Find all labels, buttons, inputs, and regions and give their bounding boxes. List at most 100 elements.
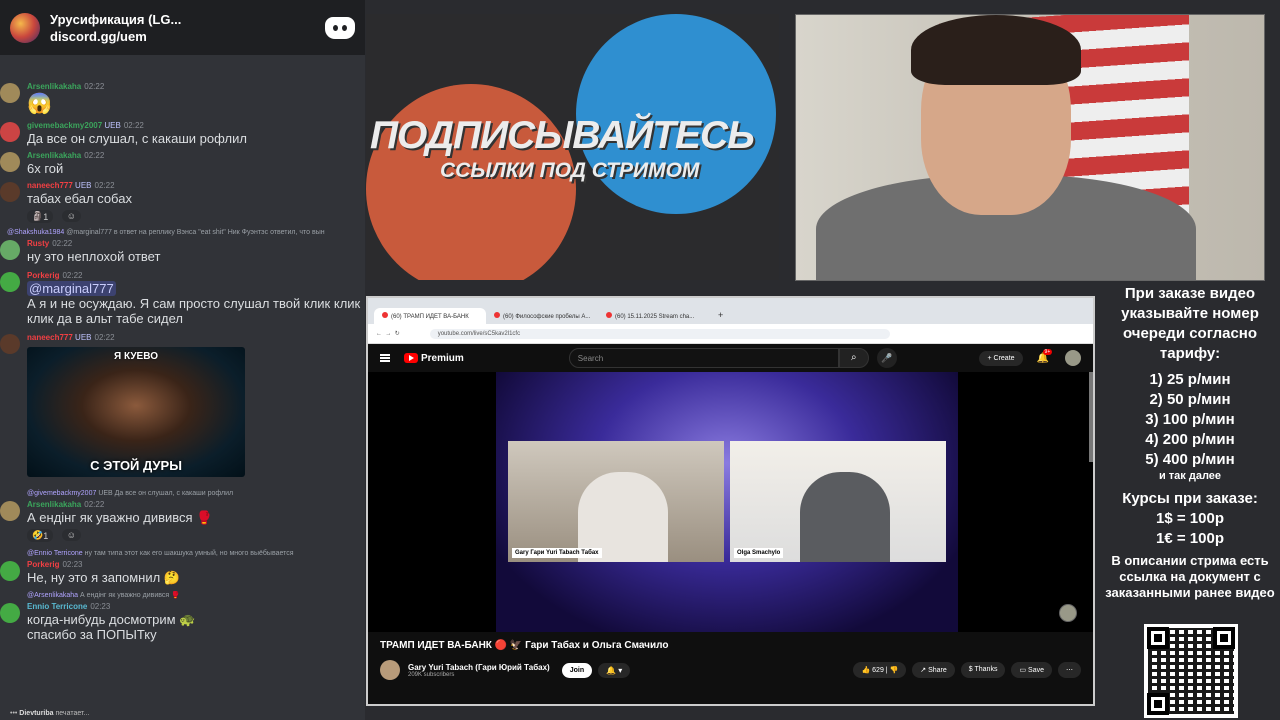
avatar[interactable] (0, 603, 20, 623)
notifications-icon[interactable]: 🔔 9+ (1037, 348, 1053, 364)
meme-bottom-text: С ЭТОЙ ДУРЫ (90, 458, 182, 473)
server-logo (10, 12, 40, 43)
thanks-button[interactable]: $ Thanks (960, 662, 1006, 678)
reaction-button[interactable]: 🗿 1 (27, 210, 54, 223)
meme-top-text: Я КУЕВО (114, 351, 158, 362)
avatar[interactable] (0, 83, 20, 103)
username[interactable]: naneech777 (27, 333, 73, 342)
tariff-item: 5) 400 р/мин (1145, 451, 1235, 468)
message-text: А ендінг як уважно дивився 🥊 (27, 510, 213, 525)
reply-preview[interactable]: @Arsenlikakaha А ендінг як уважно дививс… (0, 591, 365, 601)
youtube-favicon-icon (606, 312, 612, 318)
reply-text: UEB Да все он слушал, с какаши рофлил (98, 490, 234, 497)
username[interactable]: Arsenlikakaha (27, 500, 81, 509)
rate-eur: 1€ = 100р (1156, 530, 1224, 547)
reply-preview[interactable]: @Shakshuka1984 @marginal777 в ответ на р… (0, 228, 365, 238)
tab-active[interactable]: (60) ТРАМП ИДЕТ ВА-БАНК (374, 308, 486, 324)
tariff-item: 3) 100 р/мин (1145, 411, 1235, 428)
tab-label: (60) 15.11.2025 Stream cha... (615, 314, 695, 320)
role-tag: UEB (75, 333, 92, 342)
username[interactable]: Porkerig (27, 560, 59, 569)
youtube-logo[interactable]: Premium (404, 353, 464, 364)
new-tab-button[interactable]: + (710, 306, 731, 324)
timestamp: 02:23 (62, 560, 83, 569)
timestamp: 02:22 (84, 151, 105, 160)
like-button[interactable]: 👍 629 | 👎 (853, 662, 907, 678)
channel-avatar[interactable] (380, 660, 400, 680)
tab[interactable]: (60) Философские пробелы А... (486, 308, 598, 324)
action-buttons: 👍 629 | 👎 ↗ Share $ Thanks ▭ Save ⋯ (853, 662, 1081, 678)
avatar[interactable] (0, 561, 20, 581)
timestamp: 02:23 (90, 602, 111, 611)
search-input[interactable]: Search (568, 348, 839, 368)
username[interactable]: Arsenlikakaha (27, 151, 81, 160)
reply-username: @Shakshuka1984 (7, 229, 65, 236)
subscribe-bell-button[interactable]: 🔔 ▾ (598, 662, 631, 678)
video-player[interactable]: Gary Гари Yuri Tabach Табах Olga Smachyl… (368, 372, 1093, 632)
username[interactable]: Arsenlikakaha (27, 82, 81, 91)
subscriber-count: 209K subscribers (408, 671, 455, 678)
timestamp: 02:22 (94, 333, 115, 342)
thanks-label: Thanks (974, 666, 998, 673)
message: Porkerig 02:23 Не, ну это я запомнил 🤔 (0, 559, 365, 585)
avatar[interactable] (0, 122, 20, 142)
order-info-panel: При заказе видео указывайте номер очеред… (1100, 284, 1280, 601)
url-field[interactable]: youtube.com/live/sC5kav2l1cfc (429, 328, 890, 339)
server-info: Уруcификация (LG... discord.gg/uem (50, 11, 325, 45)
mic-icon[interactable]: 🎤 (876, 348, 897, 368)
meme-image[interactable]: Я КУЕВО С ЭТОЙ ДУРЫ (27, 347, 245, 477)
add-reaction-icon[interactable]: ☺ (61, 529, 81, 541)
tariff-etc: и так далее (1158, 470, 1222, 482)
qr-finder (1147, 693, 1169, 715)
channel-name[interactable]: Gary Yuri Tabach (Гари Юрий Табах) (408, 663, 550, 672)
like-count: 629 (872, 667, 884, 674)
share-label: Share (928, 667, 947, 674)
participant-name: Gary Гари Yuri Tabach Табах (512, 548, 602, 558)
avatar[interactable] (0, 272, 20, 292)
message: Rusty 02:22 ну это неплохой ответ (0, 238, 365, 264)
message-text: табах ебал собах (27, 191, 132, 206)
message: Arsenlikakaha 02:22 А ендінг як уважно ди… (0, 499, 365, 543)
server-invite[interactable]: discord.gg/uem (50, 28, 325, 45)
reaction-button[interactable]: 🤣 1 (27, 529, 54, 542)
streamer-hair (911, 15, 1081, 85)
role-tag: UEB (75, 181, 92, 190)
avatar[interactable] (0, 152, 20, 172)
more-icon[interactable]: ⋯ (1058, 662, 1081, 678)
save-button[interactable]: ▭ Save (1011, 662, 1052, 678)
avatar[interactable] (0, 240, 20, 260)
browser-capture: (60) ТРАМП ИДЕТ ВА-БАНК (60) Философские… (366, 296, 1095, 706)
timestamp: 02:22 (123, 121, 144, 130)
user-mention[interactable]: @marginal777 (27, 281, 116, 296)
back-icon[interactable]: ← (376, 331, 382, 337)
youtube-header: Premium Search ⌕ 🎤 + Create 🔔 9+ (368, 344, 1093, 372)
order-heading: При заказе видео указывайте номер очеред… (1121, 285, 1259, 362)
search-icon[interactable]: ⌕ (838, 348, 869, 368)
forward-icon[interactable]: → (385, 331, 391, 337)
avatar[interactable] (0, 501, 20, 521)
avatar[interactable] (0, 182, 20, 202)
share-button[interactable]: ↗ Share (912, 662, 955, 678)
add-reaction-icon[interactable]: ☺ (61, 210, 81, 222)
tab[interactable]: (60) 15.11.2025 Stream cha... (598, 308, 710, 324)
join-button[interactable]: Join (561, 662, 593, 678)
create-button[interactable]: + Create (979, 350, 1023, 366)
reload-icon[interactable]: ↻ (395, 330, 400, 337)
reply-username: @givemebackmy2007 (27, 490, 97, 497)
reply-text: @marginal777 в ответ на реплику Вэнса "e… (66, 229, 325, 236)
tariff-item: 4) 200 р/мин (1145, 431, 1235, 448)
channel-watermark[interactable] (1059, 604, 1077, 622)
username[interactable]: Ennio Terricone (27, 602, 87, 611)
username[interactable]: naneech777 (27, 181, 73, 190)
username[interactable]: Rusty (27, 239, 49, 248)
menu-icon[interactable] (380, 354, 390, 362)
message: naneech777 UEB 02:22 табах ебал собах 🗿 1… (0, 180, 365, 224)
username[interactable]: Porkerig (27, 271, 59, 280)
username[interactable]: givemebackmy2007 (27, 121, 102, 130)
description-note: В описании стрима есть ссылка на докумен… (1105, 553, 1275, 600)
reply-preview[interactable]: @Ennio Terricone ну там типа этот как ег… (0, 549, 365, 559)
scrollbar[interactable] (1089, 372, 1093, 462)
avatar[interactable] (0, 334, 20, 354)
account-avatar[interactable] (1065, 350, 1081, 366)
reply-preview[interactable]: @givemebackmy2007 UEB Да все он слушал, … (0, 489, 365, 499)
